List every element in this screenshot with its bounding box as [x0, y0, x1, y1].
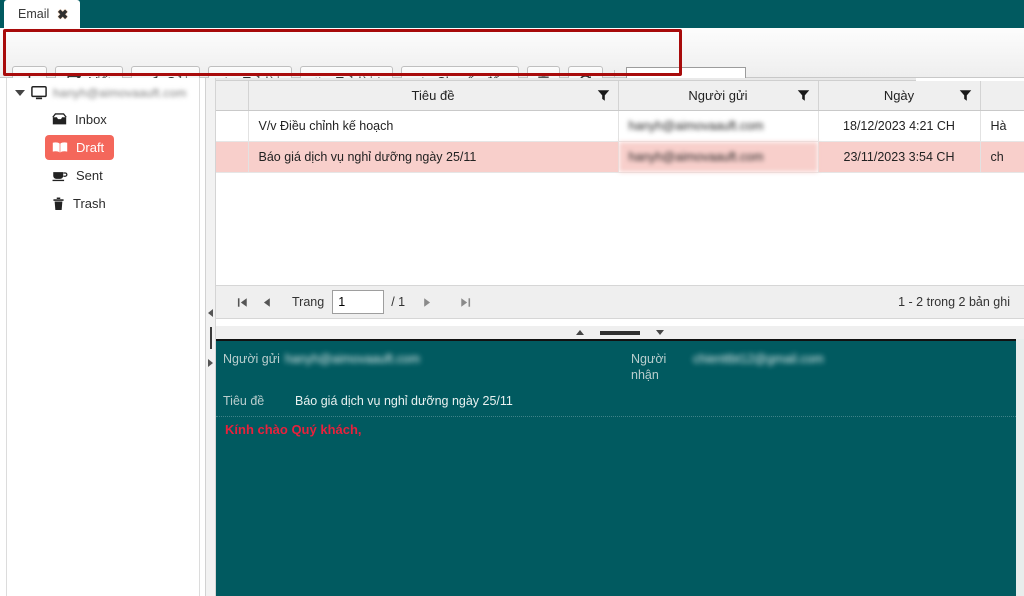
detail-subject-label: Tiêu đề: [223, 394, 265, 408]
detail-body-text: Kính chào Quý khách,: [225, 422, 362, 437]
tab-strip: Email ✖: [0, 0, 1024, 28]
detail-to-label: Người nhận: [631, 352, 667, 382]
sidebar-item-draft-label: Draft: [76, 140, 105, 155]
row-select-cell[interactable]: [216, 110, 249, 142]
monitor-icon: [31, 86, 47, 100]
email-detail-pane: Người gửi hanyh@aimovaauft.com Người nhậ…: [216, 339, 1016, 596]
table-row[interactable]: V/v Điều chỉnh kế hoạch hanyh@aimovaauft…: [216, 110, 1024, 142]
splitter-grip[interactable]: [600, 330, 640, 335]
column-header-subject[interactable]: Tiêu đề: [248, 81, 619, 111]
filter-icon[interactable]: [597, 89, 610, 102]
splitter-grip[interactable]: [210, 327, 212, 349]
trash-icon: [53, 197, 64, 210]
last-page-icon: [460, 297, 470, 307]
column-header-select[interactable]: [216, 81, 249, 111]
row-select-cell[interactable]: [216, 141, 249, 173]
email-table: Tiêu đề Người gửi Ngày V/v Điều chỉnh kế…: [216, 81, 1024, 173]
first-page-button[interactable]: [230, 290, 254, 314]
tab-email-label: Email: [18, 7, 50, 21]
table-header-row: Tiêu đề Người gửi Ngày: [216, 81, 1024, 111]
sidebar-item-trash-label: Trash: [73, 196, 106, 211]
cell-extra: Hà: [980, 110, 1024, 142]
sidebar-item-draft[interactable]: Draft: [45, 135, 115, 160]
detail-subject-row: Tiêu đề Báo giá dịch vụ nghỉ dưỡng ngày …: [223, 393, 513, 409]
expand-right-icon[interactable]: [208, 359, 213, 367]
account-email: hanyh@aimovaauft.com: [53, 86, 187, 100]
next-page-icon: [423, 297, 430, 307]
sent-icon: [52, 172, 68, 182]
prev-page-icon: [263, 297, 270, 307]
column-header-subject-label: Tiêu đề: [411, 87, 455, 103]
toolbar: Viết Gửi Trả lời Trả lời * Chuy: [0, 28, 1024, 96]
page-label: Trang: [292, 295, 325, 309]
cell-extra: ch: [980, 141, 1024, 173]
detail-from-label: Người gửi: [223, 352, 280, 366]
inbox-icon: [52, 113, 67, 125]
detail-to-row: Người nhận chienttbt12@gmail.com: [631, 351, 824, 383]
expand-down-icon[interactable]: [656, 330, 664, 335]
column-header-sender[interactable]: Người gửi: [618, 81, 819, 111]
column-header-date-label: Ngày: [883, 87, 915, 103]
book-icon: [52, 142, 68, 153]
prev-page-button[interactable]: [254, 290, 278, 314]
sidebar-item-sent[interactable]: Sent: [45, 163, 113, 188]
detail-divider: [216, 416, 1016, 417]
next-page-button[interactable]: [415, 290, 439, 314]
cell-date: 18/12/2023 4:21 CH: [818, 110, 981, 142]
cell-sender: hanyh@aimovaauft.com: [618, 110, 819, 142]
page-total-label: / 1: [391, 295, 406, 309]
collapse-left-icon[interactable]: [208, 309, 213, 317]
last-page-button[interactable]: [453, 290, 477, 314]
sidebar-item-inbox[interactable]: Inbox: [45, 107, 117, 132]
tree-root-account[interactable]: hanyh@aimovaauft.com: [7, 82, 199, 104]
vertical-splitter[interactable]: [206, 78, 216, 596]
cell-sender: hanyh@aimovaauft.com: [618, 141, 819, 173]
sidebar-item-sent-label: Sent: [76, 168, 103, 183]
pagination-bar: Trang / 1 1 - 2 trong 2 bản ghi: [216, 285, 1024, 319]
detail-to-value: chienttbt12@gmail.com: [693, 352, 824, 366]
cell-date: 23/11/2023 3:54 CH: [818, 141, 981, 173]
cell-subject: V/v Điều chỉnh kế hoạch: [248, 110, 619, 142]
detail-right-edge: [1016, 339, 1024, 596]
table-row[interactable]: Báo giá dịch vụ nghỉ dưỡng ngày 25/11 ha…: [216, 141, 1024, 173]
close-icon[interactable]: ✖: [57, 8, 68, 21]
column-header-sender-label: Người gửi: [688, 87, 748, 103]
filter-icon[interactable]: [959, 89, 972, 102]
horizontal-splitter[interactable]: [216, 326, 1024, 339]
column-header-date[interactable]: Ngày: [818, 81, 981, 111]
sidebar-item-trash[interactable]: Trash: [45, 191, 116, 216]
detail-subject-value: Báo giá dịch vụ nghỉ dưỡng ngày 25/11: [295, 394, 513, 408]
first-page-icon: [237, 297, 247, 307]
detail-from-row: Người gửi hanyh@aimovaauft.com: [223, 351, 420, 367]
record-summary: 1 - 2 trong 2 bản ghi: [898, 295, 1010, 309]
chevron-down-icon[interactable]: [15, 90, 25, 96]
collapse-up-icon[interactable]: [576, 330, 584, 335]
sidebar-item-inbox-label: Inbox: [75, 112, 107, 127]
filter-icon[interactable]: [797, 89, 810, 102]
page-number-input[interactable]: [332, 290, 385, 314]
tab-email[interactable]: Email ✖: [4, 0, 81, 28]
sidebar: hanyh@aimovaauft.com Inbox Draft Sent Tr…: [0, 78, 206, 596]
cell-subject: Báo giá dịch vụ nghỉ dưỡng ngày 25/11: [248, 141, 619, 173]
column-header-extra[interactable]: [980, 81, 1024, 111]
detail-from-value: hanyh@aimovaauft.com: [285, 352, 420, 366]
